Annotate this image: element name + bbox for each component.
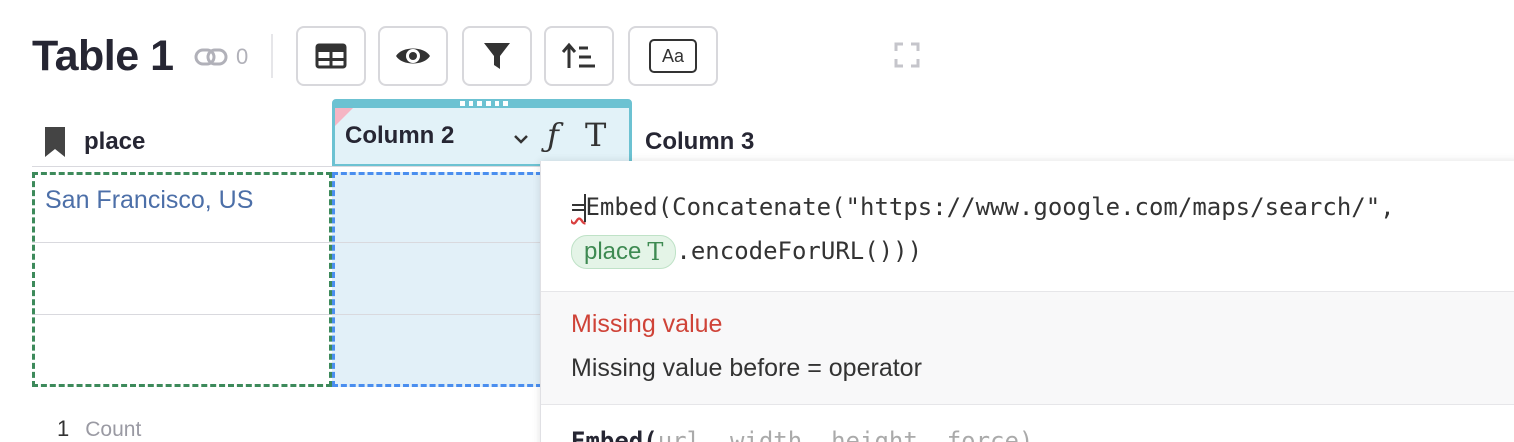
- eye-icon: [396, 48, 430, 64]
- error-message: Missing value before = operator: [571, 354, 922, 382]
- formula-text-line1: Embed(Concatenate("https://www.google.co…: [585, 193, 1395, 221]
- column-header-place[interactable]: place: [44, 118, 145, 166]
- formula-text-line2: .encodeForURL())): [676, 237, 923, 265]
- function-params: url, width, height, force): [657, 427, 1034, 442]
- header-divider: [32, 166, 540, 167]
- chevron-down-icon[interactable]: [513, 134, 529, 144]
- table-widget-icon: [315, 43, 347, 69]
- text-type-icon: T: [647, 238, 664, 266]
- link-count[interactable]: 0: [194, 44, 248, 70]
- change-widget-button[interactable]: [296, 26, 366, 86]
- table-cell-place[interactable]: San Francisco, US: [45, 186, 253, 215]
- column-header-label: place: [84, 128, 146, 155]
- sort-icon: [562, 42, 595, 68]
- row-count-value: 1: [57, 416, 70, 441]
- column-2-selection[interactable]: [332, 172, 542, 387]
- formula-icon[interactable]: ƒ: [547, 116, 559, 154]
- divider: [271, 34, 273, 78]
- text-type-icon[interactable]: T: [585, 116, 606, 154]
- error-panel: Missing value Missing value before = ope…: [541, 291, 1514, 405]
- text-style-button[interactable]: Aa: [628, 26, 718, 86]
- column-header-column-2[interactable]: Column 2 ƒ T: [332, 99, 632, 167]
- row-count-label: Count: [85, 418, 142, 441]
- function-name: Embed(: [571, 427, 658, 442]
- page-title: Table 1: [32, 32, 174, 80]
- fullscreen-icon[interactable]: [894, 42, 920, 68]
- formula-prefix: =: [571, 193, 586, 221]
- visibility-button[interactable]: [378, 26, 448, 86]
- formula-input[interactable]: =Embed(Concatenate("https://www.google.c…: [571, 185, 1395, 273]
- column-header-column-3[interactable]: Column 3: [645, 118, 754, 166]
- link-icon: [194, 48, 228, 66]
- row-count: 1 Count: [57, 416, 141, 442]
- function-signature: Embed(url, width, height, force): [571, 427, 1033, 442]
- column-header-label: Column 2: [345, 122, 455, 149]
- token-label: place: [584, 238, 642, 265]
- column-reference-token[interactable]: place T: [571, 235, 677, 269]
- formula-editor[interactable]: =Embed(Concatenate("https://www.google.c…: [540, 161, 1514, 442]
- column-header-label: Column 3: [645, 128, 755, 155]
- link-count-value: 0: [236, 44, 249, 69]
- text-style-icon: Aa: [649, 39, 697, 73]
- bookmark-icon: [45, 127, 65, 157]
- filter-icon: [484, 43, 510, 69]
- drag-handle[interactable]: [460, 101, 509, 106]
- error-title: Missing value: [571, 310, 723, 338]
- filter-button[interactable]: [462, 26, 532, 86]
- sort-button[interactable]: [544, 26, 614, 86]
